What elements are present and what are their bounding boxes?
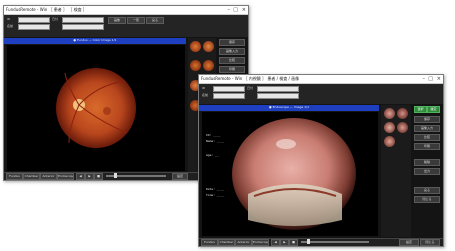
endoscope-side-delete-button[interactable]: 削除 <box>414 159 440 166</box>
endoscope-image: ID: ____ Name: ____ Age: __ Date: ____ T… <box>206 118 356 230</box>
endoscope-close-bottom-button[interactable]: 閉じる <box>420 239 440 246</box>
field-label-name: 名前 <box>7 24 14 28</box>
endoscope-tab-endoscope[interactable]: Endoscope <box>252 239 269 246</box>
fundus-next-button[interactable]: ▶ <box>85 173 94 180</box>
fundus-prev-button[interactable]: ◀ <box>76 173 85 180</box>
fundus-tab-fundus[interactable]: Fundus <box>6 173 23 180</box>
patient-name-field[interactable] <box>213 93 245 99</box>
exam-date-field[interactable] <box>62 17 104 23</box>
endoscope-thumbnail-panel <box>381 105 411 237</box>
endoscope-next-button[interactable]: ▶ <box>280 239 289 246</box>
fundus-tab-endoscope[interactable]: Endoscope <box>57 173 74 180</box>
fundus-side-save-button[interactable]: 保存 <box>219 39 245 46</box>
thumbnail-fundus-3[interactable] <box>190 60 201 71</box>
endoscope-prev-button[interactable]: ◀ <box>271 239 280 246</box>
thumbnail-endoscope-5[interactable] <box>384 136 395 147</box>
minimize-icon[interactable]: – <box>423 75 426 83</box>
thumbnail-fundus-2[interactable] <box>203 41 214 52</box>
endoscope-window-titlebar: FundusRemote - Win ［ 内視鏡 ］ 患者 / 検査 / 画像 … <box>199 75 443 84</box>
exam-detail-field[interactable] <box>257 93 299 99</box>
fundus-toolbar: ID 名前 日付 画像 一覧 戻る <box>4 15 248 37</box>
endoscope-slider-track[interactable] <box>301 241 369 243</box>
endoscope-side-import-button[interactable]: 画像入力 <box>414 125 440 132</box>
endoscope-slider-handle[interactable] <box>307 239 310 244</box>
minimize-icon[interactable]: – <box>228 6 231 14</box>
close-icon[interactable]: × <box>437 75 441 83</box>
thumbnail-fundus-1[interactable] <box>190 41 201 52</box>
macula <box>103 107 111 115</box>
select-button[interactable]: 選択 <box>414 106 427 113</box>
fundus-slider-handle[interactable] <box>114 173 117 178</box>
toolbar-button-back[interactable]: 戻る <box>146 17 164 24</box>
fundus-stop-button[interactable]: ■ <box>94 173 103 180</box>
field-label-name: 名前 <box>202 93 209 97</box>
toolbar-button-list[interactable]: 一覧 <box>127 17 145 24</box>
endoscope-window: FundusRemote - Win ［ 内視鏡 ］ 患者 / 検査 / 画像 … <box>198 74 444 247</box>
maximize-icon[interactable]: □ <box>233 6 238 14</box>
endoscope-side-print-button[interactable]: 印刷 <box>414 143 440 150</box>
thumbnail-endoscope-4[interactable] <box>397 122 408 133</box>
thumbnail-endoscope-3[interactable] <box>384 122 395 133</box>
patient-id-field[interactable] <box>213 86 245 92</box>
field-label-date: 日付 <box>52 17 59 21</box>
endoscope-stop-button[interactable]: ■ <box>289 239 298 246</box>
endoscope-tab-chamber[interactable]: Chamber <box>218 239 235 246</box>
endoscope-overlay-text: ID: ____ Name: ____ Age: __ Date: ____ T… <box>206 133 224 197</box>
toolbar-button-image[interactable]: 画像 <box>108 17 126 24</box>
thumbnail-endoscope-1[interactable] <box>384 108 395 119</box>
overlay-line: Name: ____ <box>206 139 224 143</box>
endoscope-side-back-button[interactable]: 戻る <box>414 187 440 194</box>
field-label-id: ID <box>202 86 206 90</box>
endoscope-window-title: FundusRemote - Win ［ 内視鏡 ］ 患者 / 検査 / 画像 <box>201 76 300 81</box>
fundus-side-import-button[interactable]: 画像入力 <box>219 48 245 55</box>
fundus-side-print-button[interactable]: 印刷 <box>219 66 245 73</box>
thumbnail-fundus-4[interactable] <box>203 60 214 71</box>
fundus-tab-chamber[interactable]: Chamber <box>23 173 40 180</box>
endoscope-image-header: ● Endoscope — Image 1/1 <box>199 105 379 111</box>
endoscope-side-close-button[interactable]: 閉じる <box>414 196 440 203</box>
endoscope-bottom-bar: Fundus Chamber Anterior Endoscope ◀ ▶ ■ … <box>199 238 443 246</box>
endoscope-tab-anterior[interactable]: Anterior <box>235 239 252 246</box>
fundus-tab-anterior[interactable]: Anterior <box>40 173 57 180</box>
endoscope-tab-fundus[interactable]: Fundus <box>201 239 218 246</box>
maximize-icon[interactable]: □ <box>428 75 433 83</box>
patient-id-field[interactable] <box>18 17 50 23</box>
endoscope-side-export-button[interactable]: 出力 <box>414 168 440 175</box>
endoscope-image-viewer[interactable]: ID: ____ Name: ____ Age: __ Date: ____ T… <box>202 112 378 236</box>
field-label-date: 日付 <box>247 86 254 90</box>
endoscope-side-compare-button[interactable]: 比較 <box>414 134 440 141</box>
fundus-image-viewer[interactable] <box>7 45 185 171</box>
endoscope-side-save-button[interactable]: 保存 <box>414 116 440 123</box>
overlay-line: Age: __ <box>206 153 219 157</box>
fundus-window-title: FundusRemote - Win ［ 患者 ］ ［ 検査 ］ <box>6 7 87 12</box>
confirm-button[interactable]: 確定 <box>427 106 440 113</box>
endoscope-settings-button[interactable]: 設定 <box>399 239 419 246</box>
fundus-settings-button[interactable]: 設定 <box>172 173 188 180</box>
fundus-image <box>56 68 136 148</box>
fundus-window-titlebar: FundusRemote - Win ［ 患者 ］ ［ 検査 ］ – □ × <box>4 6 248 15</box>
exam-date-field[interactable] <box>257 86 299 92</box>
close-icon[interactable]: × <box>242 6 246 14</box>
field-label-id: ID <box>7 17 11 21</box>
thumbnail-endoscope-2[interactable] <box>397 108 408 119</box>
endoscope-toolbar: ID 名前 日付 <box>199 84 443 104</box>
overlay-line: Date: ____ <box>206 187 224 191</box>
patient-name-field[interactable] <box>18 24 50 30</box>
fundus-image-header: ● Fundus — Color Image 1/1 <box>4 38 186 44</box>
overlay-line: Time: ____ <box>206 193 224 197</box>
fundus-side-compare-button[interactable]: 比較 <box>219 57 245 64</box>
overlay-line: ID: ____ <box>206 133 221 137</box>
exam-detail-field[interactable] <box>62 24 104 30</box>
